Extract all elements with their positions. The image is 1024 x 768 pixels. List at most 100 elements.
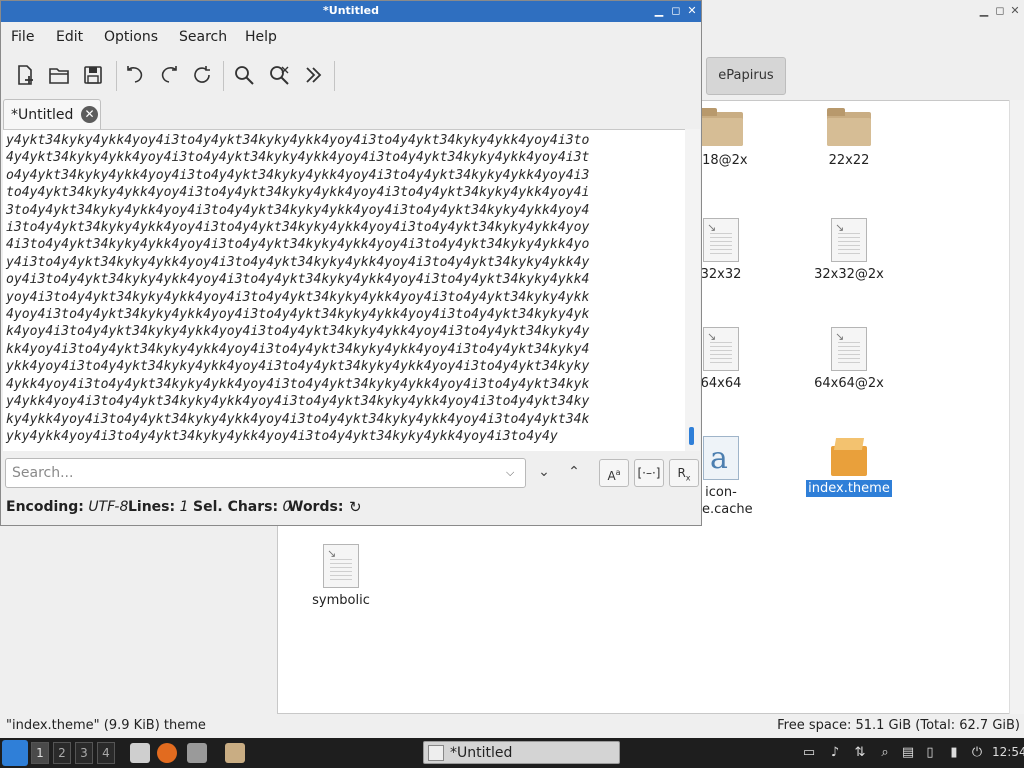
taskbar: 1 2 3 4 *Untitled ▭ ♪ ⇅ ⌕ ▤ ▯ ▮ ⏻ 12:54 xyxy=(0,738,1024,768)
window-title: *Untitled xyxy=(323,4,379,17)
package-icon xyxy=(831,436,867,476)
close-tab-icon[interactable]: ✕ xyxy=(81,106,98,123)
undo-button[interactable] xyxy=(121,61,149,89)
folder-launcher-icon[interactable] xyxy=(225,743,245,763)
scrollbar-thumb[interactable] xyxy=(689,427,694,445)
save-icon xyxy=(84,66,102,84)
text-line: oy4i3to4y4ykt34kyky4ykk4yoy4i3to4y4ykt34… xyxy=(6,272,590,288)
fm-status-selection: "index.theme" (9.9 KiB) theme xyxy=(6,718,206,733)
chevron-double-right-icon xyxy=(306,67,322,83)
regex-button[interactable]: Rx xyxy=(669,459,699,487)
lines-status: Lines: 1 xyxy=(128,499,189,515)
maximize-icon[interactable]: ◻ xyxy=(993,4,1007,18)
keyboard-icon[interactable]: ▭ xyxy=(800,744,818,762)
folder-item[interactable]: 22x22 xyxy=(794,108,904,169)
toolbar-separator xyxy=(223,61,224,91)
search-icon xyxy=(235,66,254,85)
text-line: o4y4ykt34kyky4ykk4yoy4i3to4y4ykt34kyky4y… xyxy=(6,167,590,183)
menu-help[interactable]: Help xyxy=(245,29,277,45)
reload-button[interactable] xyxy=(188,61,216,89)
cache-file-icon: a xyxy=(703,436,739,480)
save-button[interactable] xyxy=(79,61,107,89)
fm-tab-epapirus[interactable]: ePapirus xyxy=(706,57,786,95)
tab-untitled[interactable]: *Untitled ✕ xyxy=(3,99,101,129)
find-replace-icon xyxy=(270,66,289,85)
text-editor-icon xyxy=(428,745,444,761)
text-line: y4ykk4yoy4i3to4y4ykt34kyky4ykk4yoy4i3to4… xyxy=(6,394,590,410)
file-item[interactable]: ↘ 32x32@2x xyxy=(794,218,904,283)
close-icon[interactable]: ✕ xyxy=(1008,4,1022,18)
text-line: 4yoy4i3to4y4ykt34kyky4ykk4yoy4i3to4y4ykt… xyxy=(6,307,590,323)
find-button[interactable] xyxy=(230,61,258,89)
text-line: kk4yoy4i3to4y4ykt34kyky4ykk4yoy4i3to4y4y… xyxy=(6,341,590,357)
more-tools-button[interactable] xyxy=(299,61,327,89)
workspace-4[interactable]: 4 xyxy=(97,742,115,764)
power-icon[interactable]: ⏻ xyxy=(968,744,986,762)
fm-status-free-space: Free space: 51.1 GiB (Total: 62.7 GiB) xyxy=(777,718,1020,733)
menu-file[interactable]: File xyxy=(11,29,34,45)
file-item[interactable]: ↘ symbolic xyxy=(286,544,396,609)
firefox-icon[interactable] xyxy=(157,743,177,763)
text-line: 4y4ykt34kyky4ykk4yoy4i3to4y4ykt34kyky4yk… xyxy=(6,150,590,166)
find-next-button[interactable]: ⌄ xyxy=(534,462,554,482)
match-case-button[interactable]: Aa xyxy=(599,459,629,487)
search-input[interactable] xyxy=(5,458,526,488)
notes-icon[interactable]: ▤ xyxy=(899,744,917,762)
battery-icon[interactable]: ▮ xyxy=(945,744,963,762)
encoding-status: Encoding: UTF-8 xyxy=(6,499,129,515)
minimize-icon[interactable]: ▁ xyxy=(652,4,666,18)
undo-icon xyxy=(127,66,143,83)
words-status: Words: xyxy=(288,499,344,515)
close-icon[interactable]: ✕ xyxy=(685,4,699,18)
reload-icon xyxy=(194,66,210,83)
volume-icon[interactable]: ♪ xyxy=(826,744,844,762)
selected-chars-status: Sel. Chars: 0 xyxy=(193,499,292,515)
folder-icon xyxy=(699,108,743,148)
file-icon: ↘ xyxy=(831,218,867,262)
file-list-scrollbar[interactable] xyxy=(1009,100,1024,714)
theme-file-item[interactable]: index.theme xyxy=(794,436,904,497)
text-line: 4i3to4y4ykt34kyky4ykk4yoy4i3to4y4ykt34ky… xyxy=(6,237,590,253)
toolbar xyxy=(1,55,701,95)
taskbar-window-untitled[interactable]: *Untitled xyxy=(423,741,620,764)
file-item[interactable]: ↘ 64x64@2x xyxy=(794,327,904,392)
workspace-2[interactable]: 2 xyxy=(53,742,71,764)
clipboard-icon[interactable]: ▯ xyxy=(921,744,939,762)
application-menu-button[interactable] xyxy=(2,740,28,766)
text-line: i3to4y4ykt34kyky4ykk4yoy4i3to4y4ykt34kyk… xyxy=(6,220,590,236)
workspace-3[interactable]: 3 xyxy=(75,742,93,764)
find-previous-button[interactable]: ⌃ xyxy=(564,462,584,482)
text-line: y4i3to4y4ykt34kyky4ykk4yoy4i3to4y4ykt34k… xyxy=(6,254,590,270)
refresh-word-count-icon[interactable]: ↻ xyxy=(349,498,362,516)
screenshot-tool-icon[interactable] xyxy=(187,743,207,763)
file-manager-launcher-icon[interactable] xyxy=(130,743,150,763)
text-line: 4ykk4yoy4i3to4y4ykt34kyky4ykk4yoy4i3to4y… xyxy=(6,376,590,392)
text-line: 3to4y4ykt34kyky4ykk4yoy4i3to4y4ykt34kyky… xyxy=(6,202,590,218)
toolbar-separator xyxy=(116,61,117,91)
text-scrollbar[interactable] xyxy=(685,129,700,451)
editor-titlebar[interactable]: *Untitled ▁ ◻ ✕ xyxy=(1,1,701,22)
menu-edit[interactable]: Edit xyxy=(56,29,83,45)
find-replace-button[interactable] xyxy=(265,61,293,89)
menu-search[interactable]: Search xyxy=(179,29,227,45)
clock: 12:54 xyxy=(992,745,1024,759)
file-icon: ↘ xyxy=(703,327,739,371)
tab-label: *Untitled xyxy=(11,107,74,123)
new-file-button[interactable] xyxy=(11,61,39,89)
search-tray-icon[interactable]: ⌕ xyxy=(876,744,894,762)
text-line: ky4ykk4yoy4i3to4y4ykt34kyky4ykk4yoy4i3to… xyxy=(6,411,590,427)
text-content: y4ykt34kyky4ykk4yoy4i3to4y4ykt34kyky4ykk… xyxy=(6,132,678,445)
tab-bar: *Untitled ✕ xyxy=(1,99,701,129)
network-icon[interactable]: ⇅ xyxy=(851,744,869,762)
minimize-icon[interactable]: ▁ xyxy=(977,4,991,18)
whole-word-button[interactable]: [·–·] xyxy=(634,459,664,487)
menu-options[interactable]: Options xyxy=(104,29,158,45)
text-area[interactable]: y4ykt34kyky4ykk4yoy4i3to4y4ykt34kyky4ykk… xyxy=(3,129,685,451)
chevron-down-icon[interactable]: ⌵ xyxy=(506,466,514,480)
open-file-button[interactable] xyxy=(45,61,73,89)
menu-bar: File Edit Options Search Help xyxy=(1,23,701,51)
file-icon: ↘ xyxy=(323,544,359,588)
workspace-1[interactable]: 1 xyxy=(31,742,49,764)
maximize-icon[interactable]: ◻ xyxy=(669,4,683,18)
redo-button[interactable] xyxy=(155,61,183,89)
